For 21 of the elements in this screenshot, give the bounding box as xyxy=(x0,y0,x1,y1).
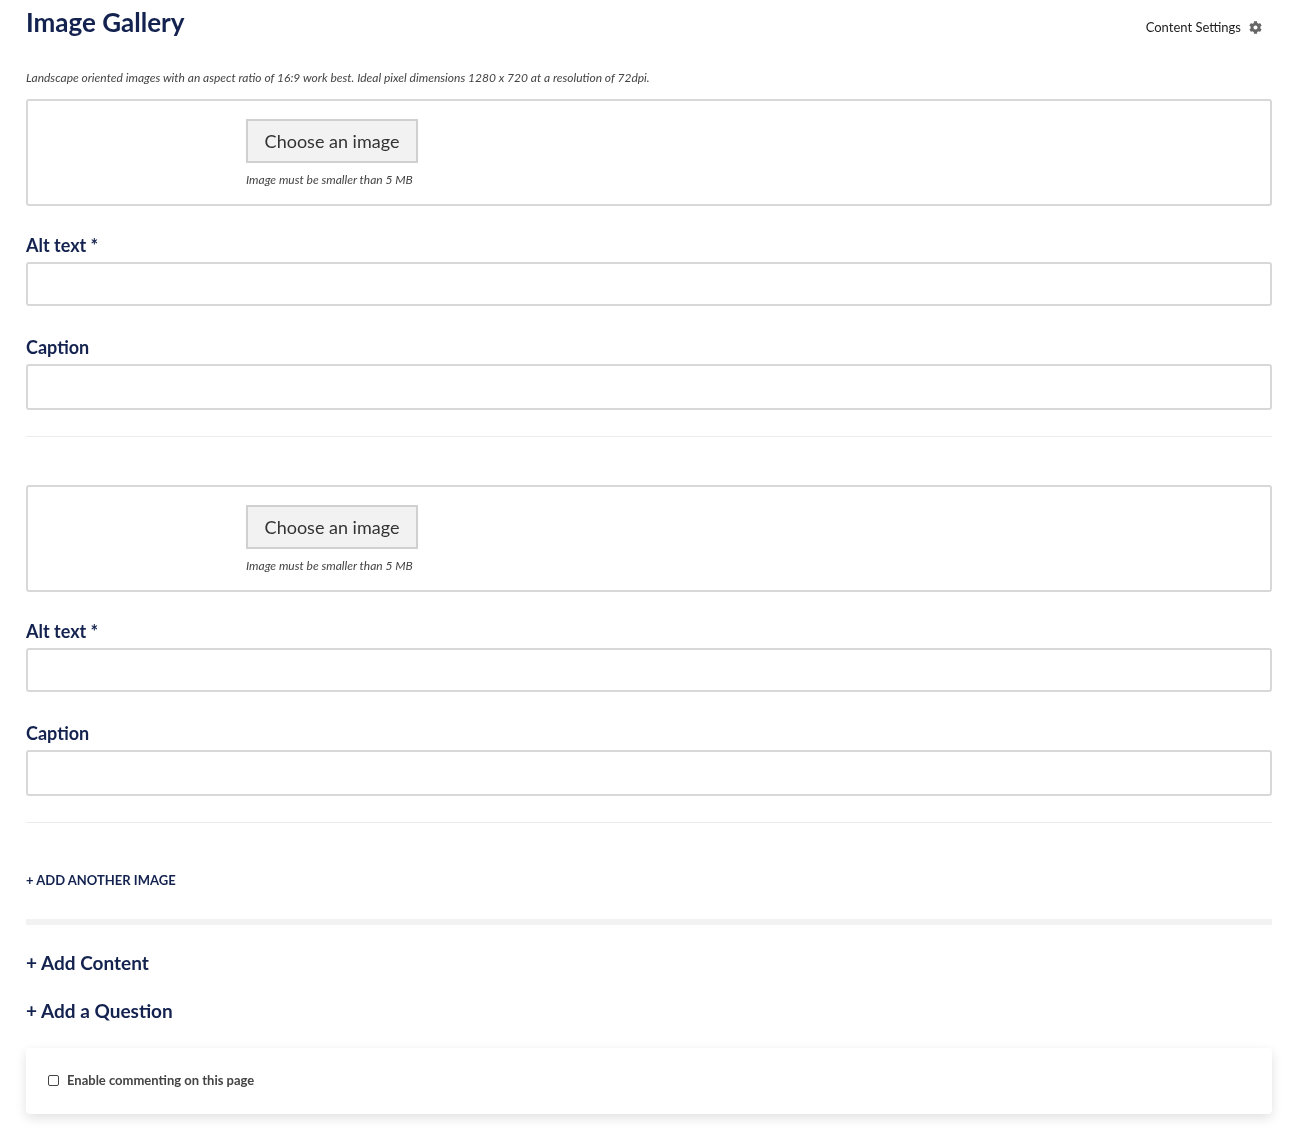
alt-text-field[interactable] xyxy=(26,648,1272,692)
commenting-label: Enable commenting on this page xyxy=(67,1070,255,1090)
page-title: Image Gallery xyxy=(26,5,185,40)
comment-checkbox[interactable] xyxy=(48,1075,59,1086)
field-label: Caption xyxy=(26,335,91,360)
field-label: Caption xyxy=(26,721,91,746)
add-image-link[interactable]: + ADD ANOTHER IMAGE xyxy=(26,871,1272,891)
add-question-link[interactable]: + Add a Question xyxy=(26,997,1272,1026)
field-label: Alt text * xyxy=(26,233,100,258)
caption-field[interactable] xyxy=(26,750,1272,796)
add-content-link[interactable]: + Add Content xyxy=(26,948,1272,977)
caption-field[interactable] xyxy=(26,364,1272,410)
file-size-hint: Image must be smaller than 5 MB xyxy=(246,557,414,575)
image-guidance-text: Landscape oriented images with an aspect ratio of 16:9 work best. Ideal pixel dimensions 1280 x 720 at a resolution of 72dpi. xyxy=(26,69,651,87)
alt-text-field[interactable] xyxy=(26,262,1272,306)
choose-image-button[interactable]: Choose an image xyxy=(246,505,418,549)
content-settings-link[interactable]: Content Settings xyxy=(1145,18,1262,38)
settings-icon xyxy=(1249,21,1262,35)
field-label: Alt text * xyxy=(26,619,100,644)
choose-image-button[interactable]: Choose an image xyxy=(246,119,418,163)
file-size-hint: Image must be smaller than 5 MB xyxy=(246,171,414,189)
